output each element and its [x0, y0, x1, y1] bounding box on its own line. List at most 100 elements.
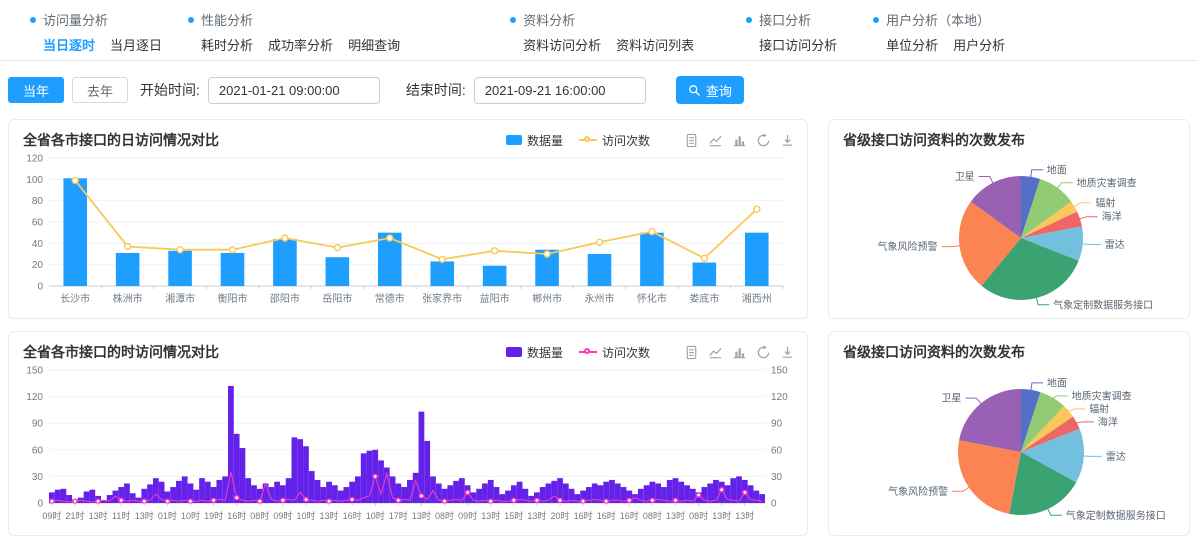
bar[interactable] [430, 476, 436, 503]
bar[interactable] [424, 441, 430, 503]
bar[interactable] [401, 487, 407, 503]
bar[interactable] [297, 439, 303, 503]
line-point[interactable] [558, 498, 562, 502]
bar[interactable] [221, 253, 245, 286]
bar[interactable] [430, 261, 454, 286]
line-point[interactable] [419, 494, 423, 498]
bar[interactable] [459, 478, 465, 503]
line-point[interactable] [720, 488, 724, 492]
bar[interactable] [274, 482, 280, 503]
nav-item-0-0[interactable]: 当日逐时 [43, 35, 95, 54]
line-point[interactable] [387, 235, 393, 241]
line-point[interactable] [304, 498, 308, 502]
bar[interactable] [240, 448, 246, 503]
bar[interactable] [748, 485, 754, 503]
line-point[interactable] [627, 498, 631, 502]
bar[interactable] [378, 460, 384, 503]
line-point[interactable] [597, 239, 603, 245]
line-point[interactable] [281, 498, 285, 502]
bar[interactable] [63, 178, 87, 286]
bar[interactable] [309, 471, 315, 503]
bar-chart-icon[interactable] [732, 133, 747, 148]
line-point[interactable] [230, 247, 236, 253]
line-chart-icon[interactable] [708, 133, 723, 148]
line-point[interactable] [650, 498, 654, 502]
search-button[interactable]: 查询 [676, 76, 744, 104]
legend-item-数据量[interactable]: 数据量 [506, 132, 563, 149]
bar[interactable] [678, 482, 684, 503]
line-point[interactable] [443, 499, 447, 503]
line-chart-icon[interactable] [708, 345, 723, 360]
line-point[interactable] [125, 244, 131, 250]
line-point[interactable] [492, 248, 498, 254]
bar[interactable] [273, 239, 297, 286]
last-year-button[interactable]: 去年 [72, 77, 128, 103]
line-point[interactable] [396, 498, 400, 502]
legend-item-访问次数[interactable]: 访问次数 [579, 344, 650, 361]
nav-item-1-0[interactable]: 耗时分析 [201, 35, 253, 54]
end-time-input[interactable] [474, 77, 646, 104]
bar[interactable] [730, 478, 736, 503]
line-point[interactable] [544, 251, 550, 257]
bar[interactable] [116, 253, 140, 286]
nav-item-2-1[interactable]: 资料访问列表 [616, 35, 694, 54]
line-point[interactable] [96, 499, 100, 503]
bar[interactable] [136, 498, 142, 503]
line-point[interactable] [119, 498, 123, 502]
bar[interactable] [667, 480, 673, 503]
restore-icon[interactable] [756, 345, 771, 360]
line-point[interactable] [581, 499, 585, 503]
bar[interactable] [124, 483, 130, 503]
download-icon[interactable] [780, 345, 795, 360]
bar[interactable] [113, 491, 119, 503]
line-point[interactable] [754, 206, 760, 212]
bar[interactable] [199, 478, 205, 503]
line-point[interactable] [701, 255, 707, 261]
bar[interactable] [245, 478, 251, 503]
bar[interactable] [89, 490, 95, 503]
line-point[interactable] [674, 498, 678, 502]
bar[interactable] [707, 483, 713, 503]
nav-item-1-1[interactable]: 成功率分析 [268, 35, 333, 54]
line-point[interactable] [72, 177, 78, 183]
data-view-icon[interactable] [684, 133, 699, 148]
bar[interactable] [483, 266, 507, 286]
line-point[interactable] [697, 493, 701, 497]
line-point[interactable] [189, 499, 193, 503]
line-point[interactable] [743, 490, 747, 494]
bar[interactable] [745, 233, 769, 286]
bar[interactable] [228, 386, 234, 503]
line-point[interactable] [649, 229, 655, 235]
nav-item-1-2[interactable]: 明细查询 [348, 35, 400, 54]
bar[interactable] [725, 485, 731, 503]
bar-chart-icon[interactable] [732, 345, 747, 360]
legend-item-数据量[interactable]: 数据量 [506, 344, 563, 361]
nav-item-2-0[interactable]: 资料访问分析 [523, 35, 601, 54]
line-point[interactable] [258, 499, 262, 503]
line-point[interactable] [73, 499, 77, 503]
bar[interactable] [759, 494, 765, 503]
line-point[interactable] [489, 499, 493, 503]
bar[interactable] [588, 254, 612, 286]
line-point[interactable] [373, 474, 377, 478]
nav-item-0-1[interactable]: 当月逐日 [110, 35, 162, 54]
line-point[interactable] [350, 498, 354, 502]
this-year-button[interactable]: 当年 [8, 77, 64, 103]
nav-item-3-0[interactable]: 接口访问分析 [759, 35, 837, 54]
line-point[interactable] [212, 498, 216, 502]
bar[interactable] [234, 434, 240, 503]
line-point[interactable] [50, 499, 54, 503]
line-point[interactable] [235, 496, 239, 500]
bar[interactable] [205, 482, 211, 503]
bar[interactable] [551, 481, 557, 503]
bar[interactable] [303, 446, 309, 503]
legend-item-访问次数[interactable]: 访问次数 [579, 132, 650, 149]
bar[interactable] [609, 480, 615, 503]
bar[interactable] [182, 476, 188, 503]
bar[interactable] [644, 485, 650, 503]
bar[interactable] [361, 453, 367, 503]
line-point[interactable] [334, 245, 340, 251]
bar[interactable] [263, 483, 269, 503]
download-icon[interactable] [780, 133, 795, 148]
nav-item-4-0[interactable]: 单位分析 [886, 35, 938, 54]
